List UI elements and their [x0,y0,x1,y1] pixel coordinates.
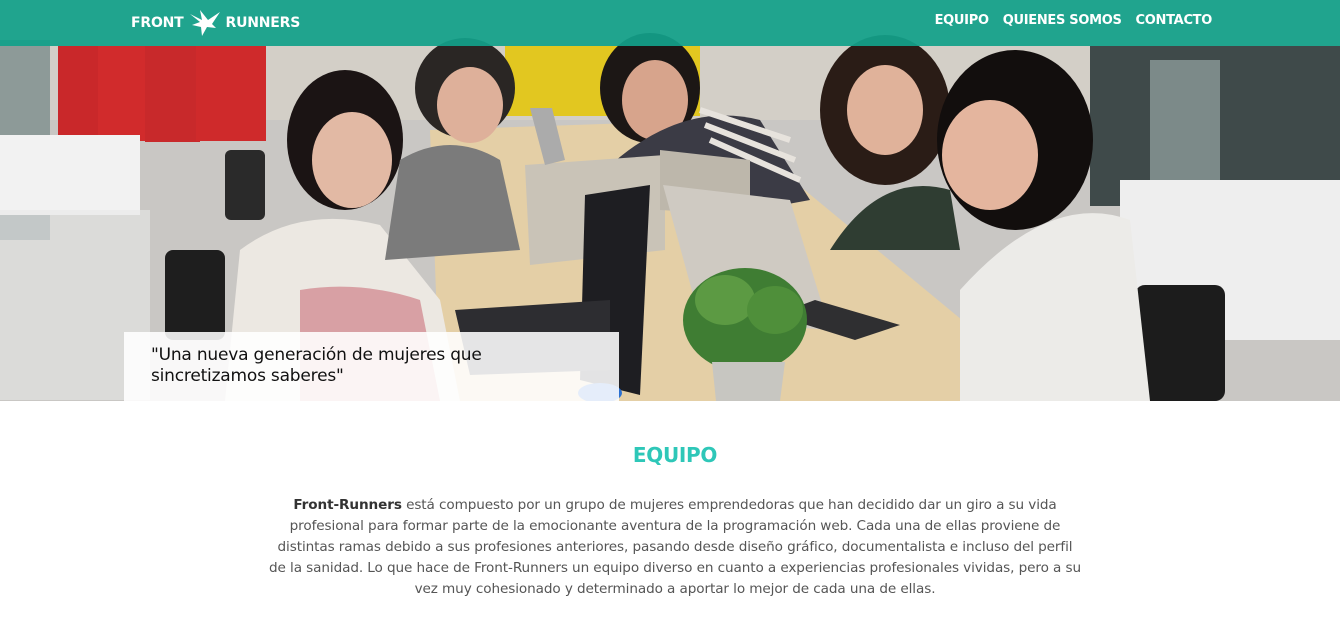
nav-link-quienes-somos[interactable]: QUIENES SOMOS [1003,13,1122,28]
brand-logo[interactable]: FRONT RUNNERS [131,6,300,40]
nav-link-contacto[interactable]: CONTACTO [1136,13,1213,28]
top-navbar: FRONT RUNNERS EQUIPO QUIENES SOMOS CONTA… [0,0,1340,46]
section-description: Front-Runners está compuesto por un grup… [268,495,1082,600]
nav-link-equipo[interactable]: EQUIPO [935,13,989,28]
hero-caption-text: "Una nueva generación de mujeres que sin… [151,345,482,386]
brand-left-text: FRONT [131,15,184,31]
bird-logo-icon [189,10,220,36]
section-lead-brand: Front-Runners [293,497,402,513]
main-nav: EQUIPO QUIENES SOMOS CONTACTO [935,13,1213,28]
brand-right-text: RUNNERS [225,15,301,31]
section-title: EQUIPO [632,443,718,467]
hero-caption-box: "Una nueva generación de mujeres que sin… [124,332,619,401]
